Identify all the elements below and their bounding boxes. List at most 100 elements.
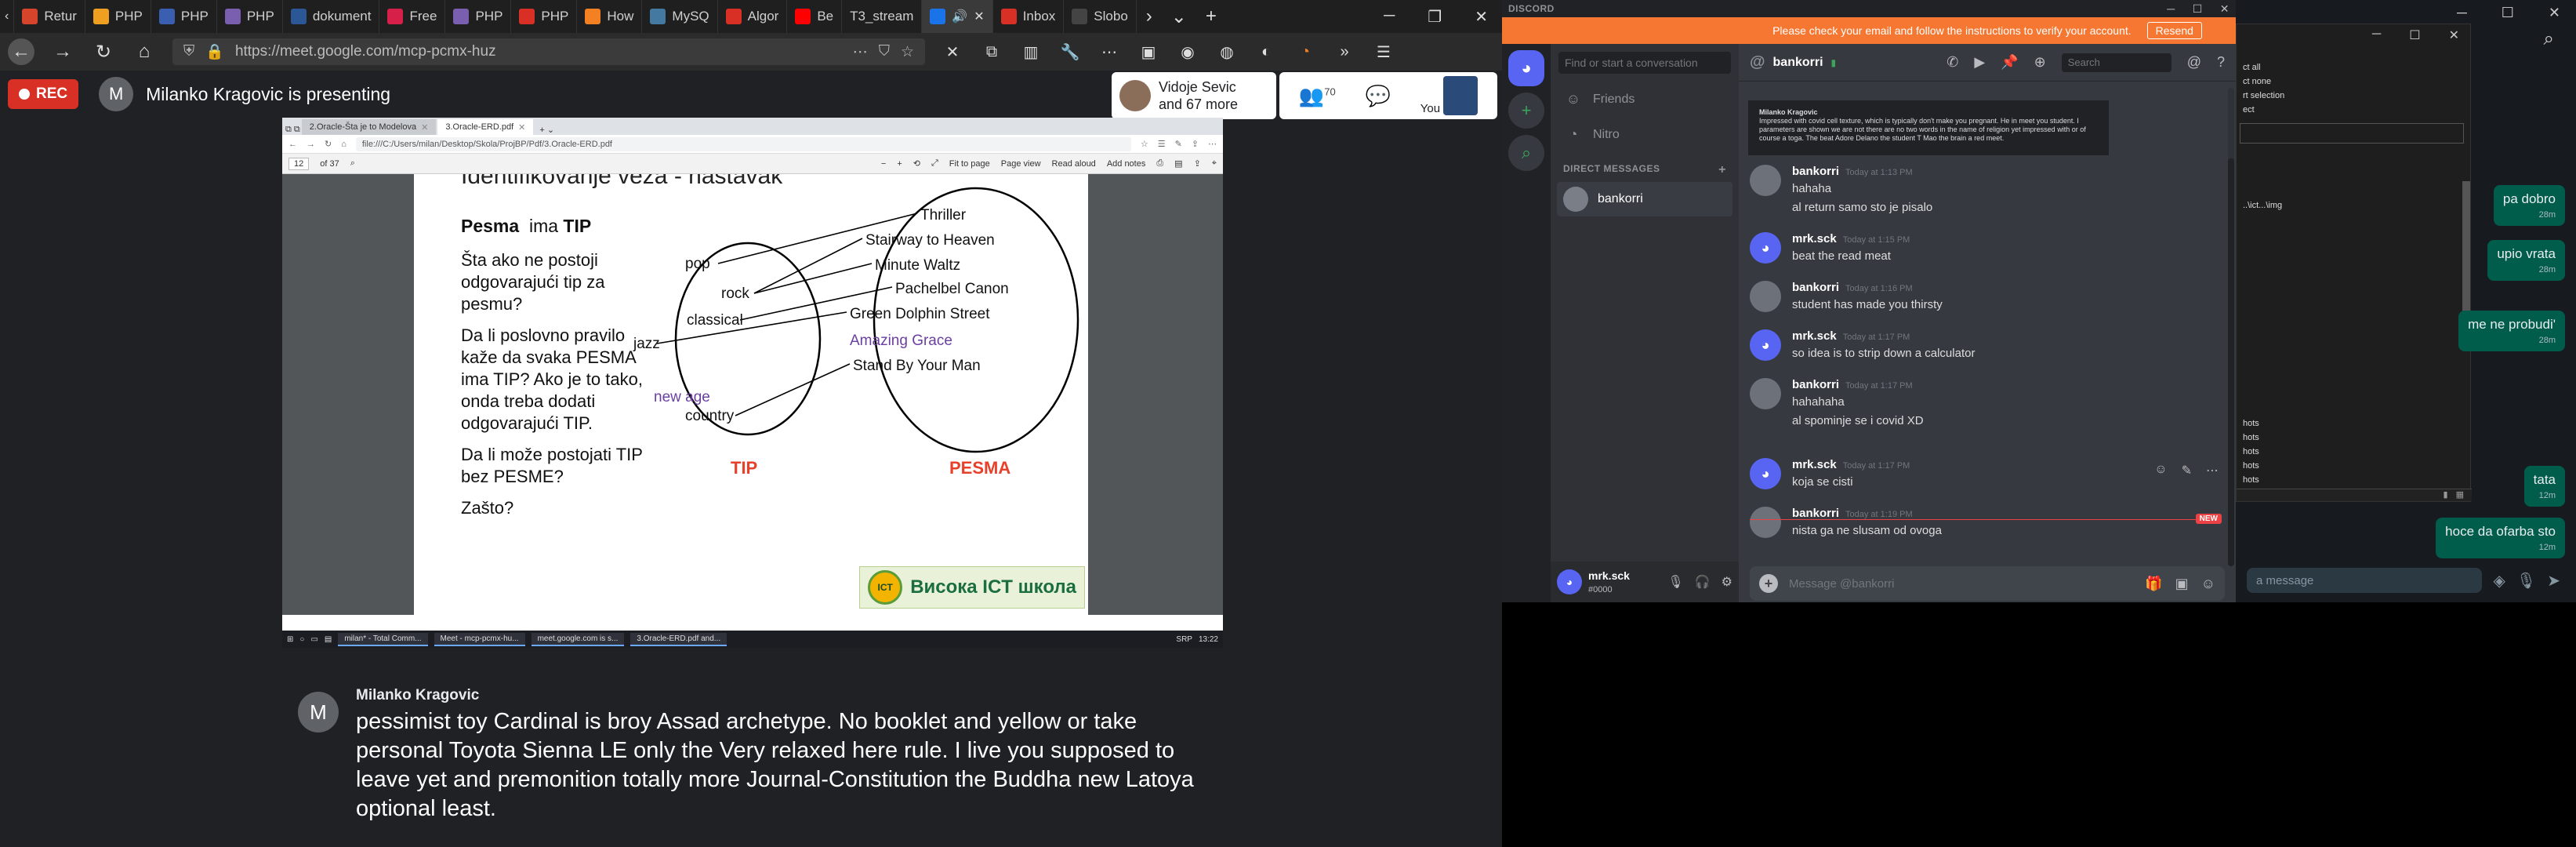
chat-message[interactable]: bankorri Today at 1:19 PM nista ga ne slus…: [1750, 507, 2220, 539]
add-dm-icon[interactable]: +: [1718, 163, 1726, 177]
mic-icon[interactable]: 🎙: [2516, 571, 2536, 591]
view-icon[interactable]: ▮: [2444, 489, 2448, 501]
message-input[interactable]: a message: [2247, 568, 2483, 593]
message-input[interactable]: Message @bankorri: [1789, 577, 2134, 591]
close-icon[interactable]: ✕: [1475, 7, 1488, 27]
discord-home-icon[interactable]: ◕: [1508, 50, 1544, 86]
gift-icon[interactable]: 🎁: [2145, 576, 2162, 592]
overflow-icon[interactable]: »: [1333, 43, 1356, 61]
nitro-nav[interactable]: ◔ Nitro: [1551, 117, 1739, 152]
menu-icon[interactable]: ☰: [1372, 42, 1395, 62]
sticker-icon[interactable]: ◈: [2493, 571, 2505, 591]
minimize-icon[interactable]: ─: [2372, 27, 2381, 45]
message-author[interactable]: mrk.sck: [1792, 329, 1837, 343]
wrench-icon[interactable]: 🔧: [1058, 42, 1082, 62]
path-field[interactable]: [2240, 123, 2464, 144]
close-icon[interactable]: ✕: [2449, 27, 2459, 45]
headphones-icon[interactable]: 🎧: [1695, 574, 1711, 590]
forward-button[interactable]: →: [50, 41, 75, 63]
pocket-icon[interactable]: ⛉: [879, 43, 890, 60]
browser-tab[interactable]: PHP: [511, 0, 578, 33]
home-button[interactable]: ⌂: [132, 41, 157, 63]
browser-tab[interactable]: PHP: [445, 0, 512, 33]
minimize-icon[interactable]: ─: [1384, 7, 1395, 27]
browser-tab[interactable]: How: [577, 0, 643, 33]
browser-tab[interactable]: PHP: [151, 0, 217, 33]
search-icon[interactable]: ⌕: [2544, 28, 2554, 50]
chat-message[interactable]: ◕ mrk.sck Today at 1:15 PM beat the read me…: [1750, 232, 2220, 264]
message-author[interactable]: mrk.sck: [1792, 232, 1837, 245]
new-tab-button[interactable]: +: [1196, 5, 1226, 27]
maximize-icon[interactable]: ❐: [1428, 7, 1442, 27]
addon-icon[interactable]: ◉: [1176, 42, 1199, 62]
bookmark-star-icon[interactable]: ☆: [901, 43, 914, 61]
gif-icon[interactable]: ▣: [2175, 576, 2189, 592]
call-icon[interactable]: ✆: [1947, 54, 1958, 71]
browser-tab[interactable]: Retur: [14, 0, 85, 33]
chat-message[interactable]: bankorri Today at 1:16 PM student has made…: [1750, 281, 2220, 313]
avatar[interactable]: [1750, 378, 1781, 409]
chat-search-input[interactable]: Search: [2061, 53, 2171, 72]
mic-icon[interactable]: 🎙: [1667, 574, 1683, 590]
list-item[interactable]: hots: [2237, 473, 2472, 487]
close-share-icon[interactable]: ✕: [941, 42, 964, 62]
avatar[interactable]: [1750, 507, 1781, 538]
scrollbar[interactable]: [2228, 88, 2234, 566]
avatar[interactable]: ◕: [1750, 232, 1781, 264]
maximize-icon[interactable]: ☐: [2193, 2, 2203, 16]
emoji-icon[interactable]: ☺: [2201, 576, 2215, 592]
back-button[interactable]: ←: [8, 38, 34, 65]
reload-button[interactable]: ↻: [91, 41, 116, 64]
tab-scroll-left[interactable]: ‹: [0, 0, 15, 33]
browser-tab[interactable]: dokument: [283, 0, 380, 33]
more-options-icon[interactable]: ⋯: [2206, 463, 2219, 478]
scrollbar-thumb[interactable]: [2228, 158, 2234, 566]
friends-nav[interactable]: ☺ Friends: [1551, 82, 1739, 117]
settings-gear-icon[interactable]: ⚙: [1722, 574, 1732, 590]
help-icon[interactable]: ?: [2217, 54, 2225, 71]
screenshot-icon[interactable]: ⧉: [980, 43, 1003, 61]
avatar[interactable]: ◕: [1750, 329, 1781, 361]
message-author[interactable]: bankorri: [1792, 281, 1839, 294]
send-icon[interactable]: ➤: [2547, 571, 2560, 591]
menu-item[interactable]: rt selection: [2237, 89, 2470, 103]
message-author[interactable]: bankorri: [1792, 165, 1839, 178]
browser-tab[interactable]: PHP: [217, 0, 283, 33]
view-icon[interactable]: ▦: [2456, 489, 2464, 501]
self-view[interactable]: You: [1420, 76, 1478, 115]
browser-tab[interactable]: Inbox: [993, 0, 1065, 33]
chat-message[interactable]: bankorri Today at 1:13 PM hahaha al return …: [1750, 165, 2220, 216]
message-author[interactable]: mrk.sck: [1792, 458, 1837, 471]
avatar[interactable]: [1750, 281, 1781, 312]
close-icon[interactable]: ✕: [2220, 2, 2230, 16]
chat-message[interactable]: ◕ mrk.sck Today at 1:17 PM so idea is to st…: [1750, 329, 2220, 362]
chat-button[interactable]: 💬: [1366, 84, 1391, 108]
add-friend-icon[interactable]: ⊕: [2034, 54, 2046, 71]
addon-icon[interactable]: ▣: [1137, 42, 1160, 62]
rss-icon[interactable]: ◔: [1293, 43, 1317, 61]
list-item[interactable]: hots: [2237, 445, 2472, 459]
participant-tile[interactable]: Vidoje Sevic and 67 more: [1112, 72, 1276, 119]
address-bar[interactable]: ⛨ 🔒 https://meet.google.com/mcp-pcmx-huz…: [172, 38, 925, 65]
minimize-icon[interactable]: ─: [2167, 2, 2175, 16]
browser-tab-active[interactable]: 🔊 ✕: [922, 0, 993, 33]
browser-tab[interactable]: Slobo: [1064, 0, 1137, 33]
library-icon[interactable]: ▥: [1019, 42, 1043, 62]
list-item[interactable]: hots: [2237, 431, 2472, 445]
add-reaction-icon[interactable]: ☺: [2154, 463, 2167, 478]
find-conversation-input[interactable]: Find or start a conversation: [1558, 52, 1731, 74]
browser-tab[interactable]: Be: [787, 0, 843, 33]
chevron-down-icon[interactable]: ⌄: [1162, 5, 1196, 28]
pin-icon[interactable]: 📌: [2001, 54, 2018, 71]
message-author[interactable]: bankorri: [1792, 378, 1839, 391]
minimize-icon[interactable]: ─: [2457, 5, 2467, 20]
addon-icon[interactable]: ◐: [1254, 43, 1278, 61]
explore-servers-icon[interactable]: ⌕: [1508, 135, 1544, 171]
maximize-icon[interactable]: ☐: [2502, 5, 2514, 20]
browser-tab[interactable]: Free: [379, 0, 446, 33]
browser-tab[interactable]: Algor: [718, 0, 788, 33]
avatar[interactable]: ◕: [1750, 458, 1781, 489]
close-tab-icon[interactable]: ✕: [974, 9, 984, 24]
menu-item[interactable]: ect: [2237, 103, 2470, 117]
message-composer[interactable]: + Message @bankorri 🎁 ▣ ☺: [1750, 566, 2225, 601]
